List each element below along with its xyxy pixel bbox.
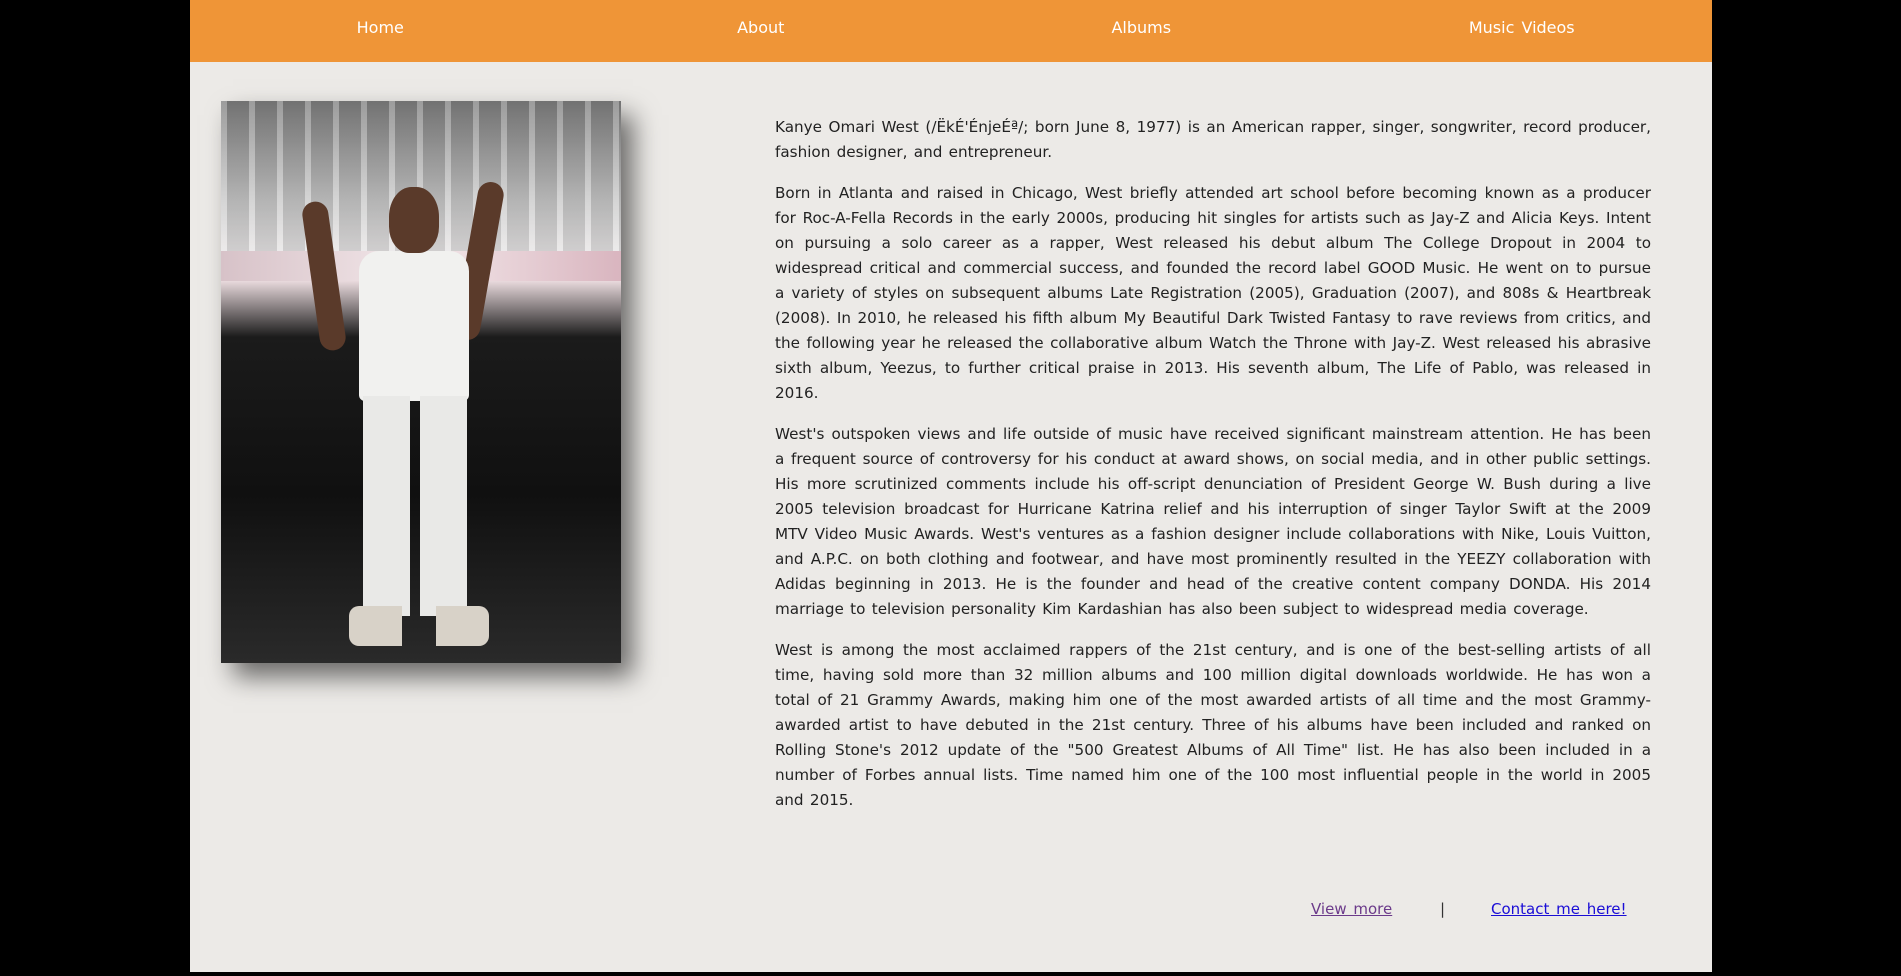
- page-container: Home About Albums Music Videos Kanye Oma…: [190, 0, 1712, 972]
- nav-about[interactable]: About: [571, 0, 952, 62]
- top-nav: Home About Albums Music Videos: [190, 0, 1712, 62]
- photo-image: [221, 101, 621, 663]
- white-pants: [363, 396, 467, 616]
- nav-albums[interactable]: Albums: [951, 0, 1332, 62]
- sneakers: [349, 606, 489, 646]
- head: [389, 187, 439, 253]
- bio-paragraph: West is among the most acclaimed rappers…: [775, 641, 1651, 809]
- artist-photo: [221, 101, 621, 663]
- white-tshirt: [359, 251, 469, 401]
- footer-separator: |: [1440, 900, 1446, 918]
- bio-text: Kanye Omari West (/ËkÉ'ÉnjeÉª/; born Jun…: [775, 115, 1651, 829]
- bio-paragraph: Born in Atlanta and raised in Chicago, W…: [775, 184, 1651, 402]
- contact-link[interactable]: Contact me here!: [1491, 900, 1627, 918]
- bio-paragraph: Kanye Omari West (/ËkÉ'ÉnjeÉª/; born Jun…: [775, 118, 1651, 161]
- nav-music-videos[interactable]: Music Videos: [1332, 0, 1713, 62]
- nav-home[interactable]: Home: [190, 0, 571, 62]
- view-more-link[interactable]: View more: [1311, 900, 1392, 918]
- person-figure: [300, 179, 506, 651]
- bio-paragraph: West's outspoken views and life outside …: [775, 425, 1651, 618]
